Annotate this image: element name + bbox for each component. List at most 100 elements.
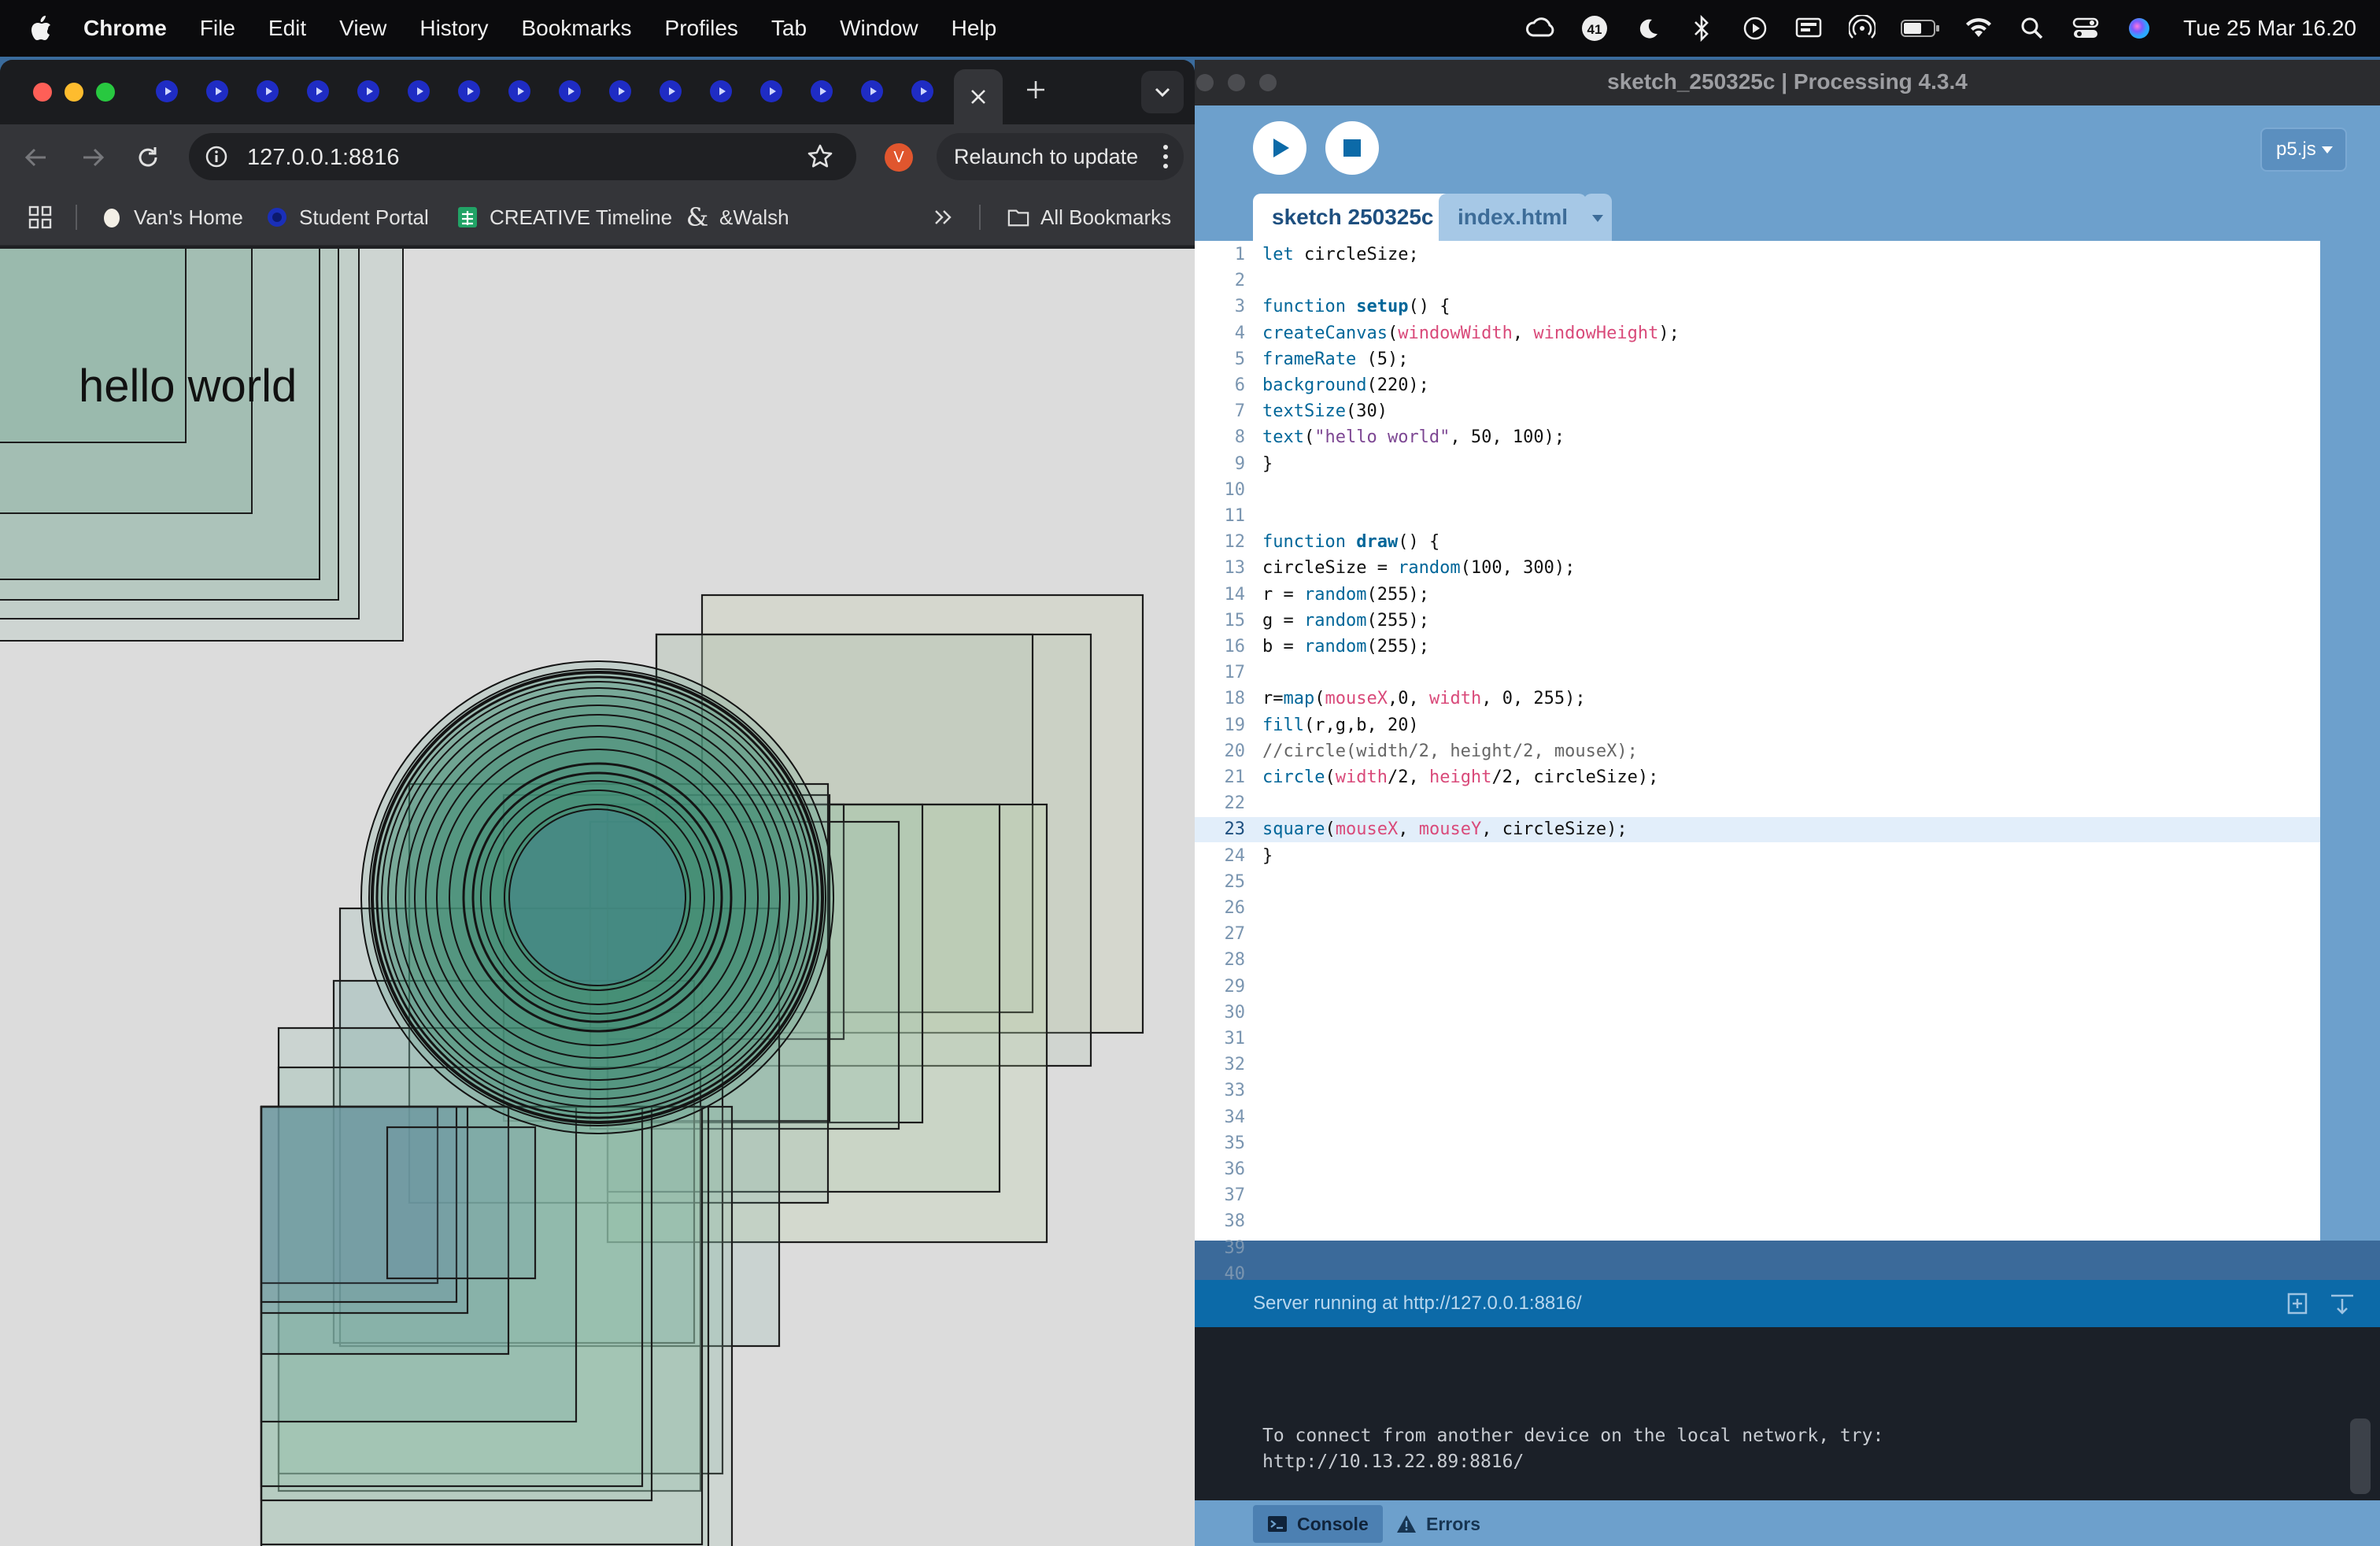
minimize-window-button[interactable] <box>65 83 83 102</box>
editor-scrollbar[interactable] <box>2320 241 2380 1241</box>
browser-tab[interactable] <box>307 80 329 102</box>
bookmark-star-icon[interactable] <box>806 142 834 171</box>
code-line[interactable]: 22 <box>1195 791 2322 816</box>
code-line[interactable]: 20 //circle(width/2, height/2, mouseX); <box>1195 739 2322 764</box>
bookmark-creative-timeline[interactable]: CREATIVE Timeline <box>456 203 672 231</box>
code-line[interactable]: 28 <box>1195 948 2322 973</box>
run-button[interactable] <box>1253 121 1306 175</box>
browser-tab[interactable] <box>609 80 631 102</box>
code-line[interactable]: 16 b = random(255); <box>1195 634 2322 660</box>
clear-console-icon[interactable] <box>2328 1289 2356 1318</box>
code-line[interactable]: 11 <box>1195 504 2322 529</box>
screen-mirror-icon[interactable] <box>1793 13 1824 44</box>
tab-index-html[interactable]: index.html <box>1439 194 1587 241</box>
menu-tab[interactable]: Tab <box>771 16 807 41</box>
code-line[interactable]: 32 <box>1195 1052 2322 1078</box>
code-line[interactable]: 4 createCanvas(windowWidth, windowHeight)… <box>1195 321 2322 346</box>
forward-button[interactable] <box>76 140 110 175</box>
play-icon[interactable] <box>1739 13 1771 44</box>
apple-menu-icon[interactable] <box>30 15 52 42</box>
notification-badge-icon[interactable]: 41 <box>1579 13 1610 44</box>
console-scrollbar[interactable] <box>2350 1418 2371 1494</box>
code-line[interactable]: 18 r=map(mouseX,0, width, 0, 255); <box>1195 686 2322 712</box>
zoom-window-button[interactable] <box>96 83 115 102</box>
code-line[interactable]: 3 function setup() { <box>1195 294 2322 320</box>
site-info-icon[interactable] <box>205 145 228 168</box>
browser-tab[interactable] <box>811 80 833 102</box>
more-menu-icon[interactable] <box>1163 144 1168 169</box>
menu-edit[interactable]: Edit <box>268 16 306 41</box>
code-line[interactable]: 35 <box>1195 1131 2322 1156</box>
siri-icon[interactable] <box>2123 13 2155 44</box>
code-line[interactable]: 36 <box>1195 1157 2322 1182</box>
browser-tab[interactable] <box>710 80 732 102</box>
code-line[interactable]: 17 <box>1195 660 2322 686</box>
reload-button[interactable] <box>131 140 165 175</box>
code-line[interactable]: 25 <box>1195 870 2322 895</box>
browser-tab[interactable] <box>357 80 379 102</box>
code-line[interactable]: 26 <box>1195 896 2322 921</box>
menu-view[interactable]: View <box>339 16 386 41</box>
creative-cloud-icon[interactable] <box>1525 13 1557 44</box>
airdrop-icon[interactable] <box>1846 13 1878 44</box>
code-line[interactable]: 37 <box>1195 1183 2322 1208</box>
menu-app-chrome[interactable]: Chrome <box>83 16 167 41</box>
bookmark-walsh[interactable]: & &Walsh <box>686 202 789 232</box>
active-tab-close-button[interactable] <box>954 69 1003 124</box>
new-tab-button[interactable] <box>1020 76 1051 107</box>
battery-icon[interactable] <box>1900 13 1941 44</box>
code-line[interactable]: 39 <box>1195 1236 2322 1261</box>
all-bookmarks-button[interactable]: All Bookmarks <box>1007 203 1171 231</box>
menu-file[interactable]: File <box>200 16 235 41</box>
browser-tab[interactable] <box>458 80 480 102</box>
code-line[interactable]: 30 <box>1195 1000 2322 1026</box>
code-line[interactable]: 38 <box>1195 1209 2322 1234</box>
browser-tab[interactable] <box>508 80 530 102</box>
browser-tab[interactable] <box>911 80 933 102</box>
code-line[interactable]: 29 <box>1195 975 2322 1000</box>
copy-console-icon[interactable] <box>2284 1289 2312 1318</box>
bookmark-vans-home[interactable]: Van's Home <box>101 203 243 231</box>
control-center-icon[interactable] <box>2070 13 2101 44</box>
browser-tab[interactable] <box>660 80 682 102</box>
bookmark-student-portal[interactable]: Student Portal <box>266 203 429 231</box>
menu-history[interactable]: History <box>419 16 488 41</box>
close-window-button[interactable] <box>33 83 52 102</box>
code-line[interactable]: 6 background(220); <box>1195 373 2322 398</box>
code-line[interactable]: 5 frameRate (5); <box>1195 347 2322 372</box>
tab-console[interactable]: Console <box>1253 1505 1383 1543</box>
code-line[interactable]: 13 circleSize = random(100, 300); <box>1195 556 2322 581</box>
address-bar[interactable]: 127.0.0.1:8816 <box>189 133 856 180</box>
mode-selector[interactable]: p5.js <box>2260 128 2347 172</box>
tab-search-button[interactable] <box>1141 71 1184 113</box>
menu-help[interactable]: Help <box>952 16 997 41</box>
console-output[interactable]: To connect from another device on the lo… <box>1195 1327 2380 1500</box>
code-line[interactable]: 12 function draw() { <box>1195 530 2322 555</box>
apps-button[interactable] <box>28 203 52 231</box>
browser-tab[interactable] <box>206 80 228 102</box>
menu-window[interactable]: Window <box>840 16 918 41</box>
code-line[interactable]: 33 <box>1195 1078 2322 1104</box>
code-line[interactable]: 2 <box>1195 268 2322 294</box>
moon-icon[interactable] <box>1632 13 1664 44</box>
p5-sketch-canvas[interactable]: hello world <box>0 249 1195 1546</box>
stop-button[interactable] <box>1325 121 1379 175</box>
address-url[interactable]: 127.0.0.1:8816 <box>247 145 400 171</box>
code-line[interactable]: 7 textSize(30) <box>1195 399 2322 424</box>
code-line[interactable]: 21 circle(width/2, height/2, circleSize); <box>1195 765 2322 790</box>
wifi-icon[interactable] <box>1963 13 1994 44</box>
relaunch-to-update-button[interactable]: Relaunch to update <box>937 133 1184 180</box>
menu-profiles[interactable]: Profiles <box>665 16 738 41</box>
spotlight-icon[interactable] <box>2016 13 2048 44</box>
code-line[interactable]: 19 fill(r,g,b, 20) <box>1195 713 2322 738</box>
browser-tab[interactable] <box>408 80 430 102</box>
code-line[interactable]: 14 r = random(255); <box>1195 583 2322 608</box>
code-line[interactable]: 15 g = random(255); <box>1195 608 2322 634</box>
profile-avatar[interactable]: V <box>885 143 913 172</box>
code-line[interactable]: 23 square(mouseX, mouseY, circleSize); <box>1195 817 2322 843</box>
menu-bookmarks[interactable]: Bookmarks <box>521 16 631 41</box>
code-editor[interactable]: 1 let circleSize; 2 3 function setup() {4 cre… <box>1195 241 2380 1284</box>
tab-sketch[interactable]: sketch 250325c <box>1253 194 1453 241</box>
code-line[interactable]: 1 let circleSize; <box>1195 242 2322 268</box>
browser-tab[interactable] <box>760 80 782 102</box>
